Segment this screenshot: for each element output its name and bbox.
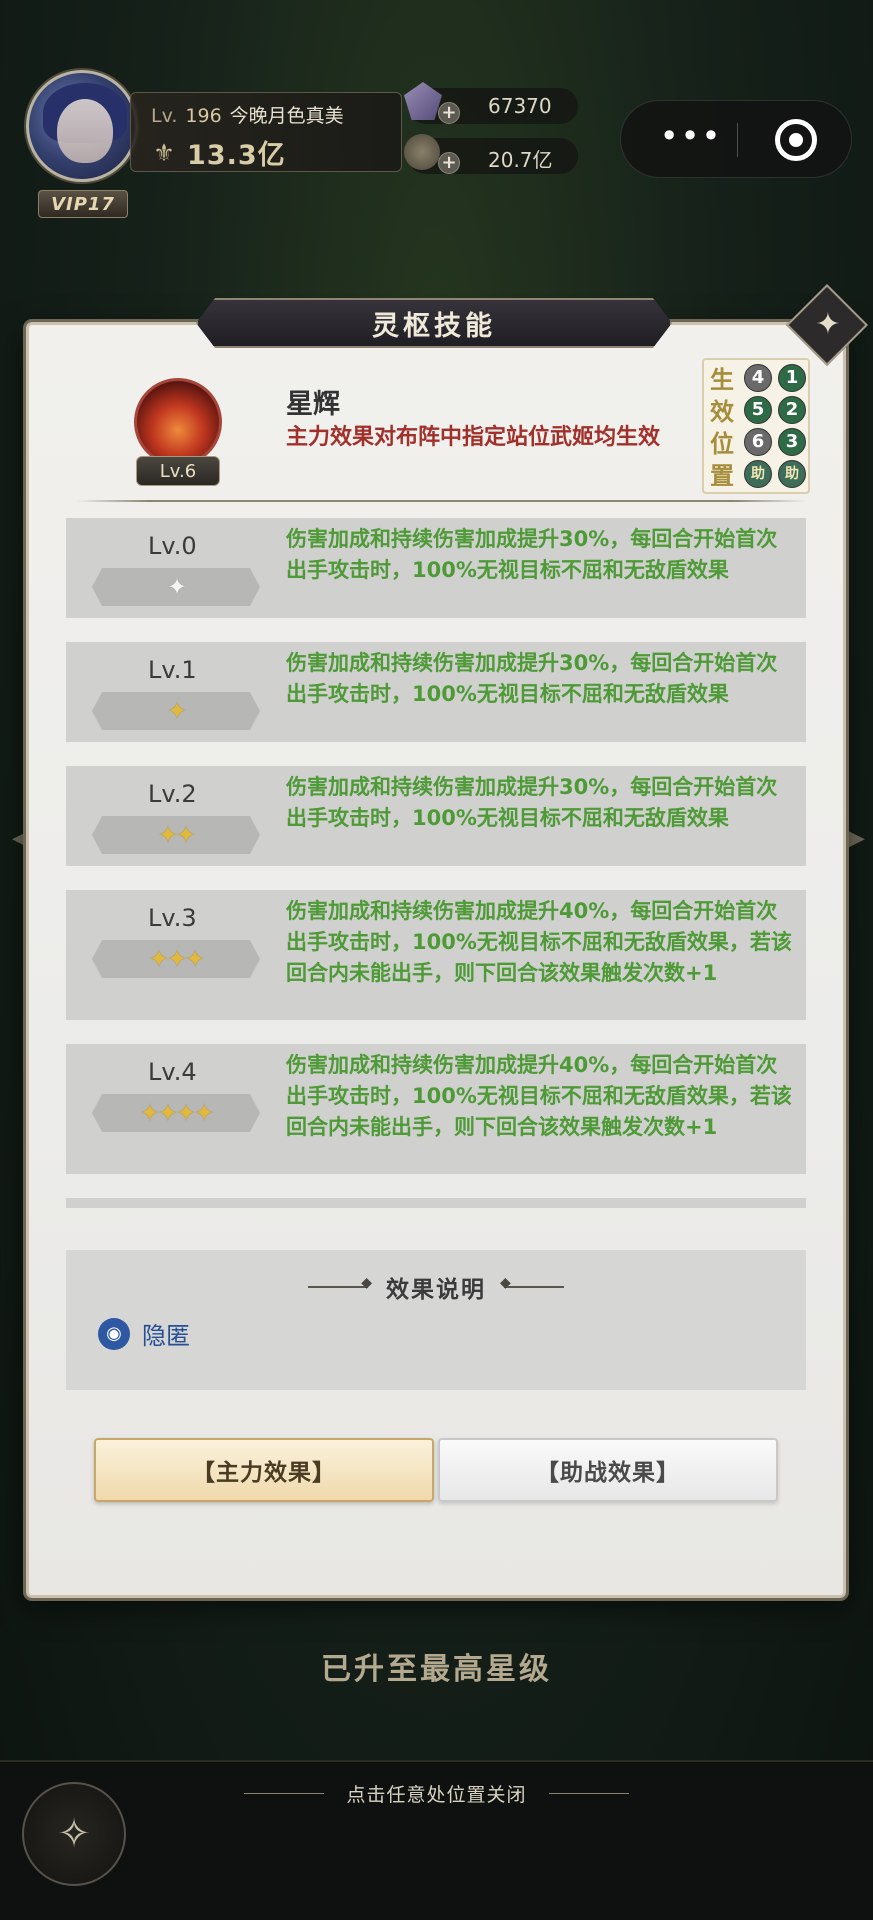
- star-ribbon: ✦: [92, 568, 260, 606]
- more-menu-button[interactable]: •••: [651, 120, 731, 159]
- star-icon: ✦: [166, 697, 187, 725]
- vip-badge: VIP17: [38, 190, 128, 218]
- player-info: VIP17 Lv. 196 今晚月色真美 ⚜ 13.3亿: [26, 70, 406, 220]
- close-icon[interactable]: ✦: [806, 303, 850, 347]
- level-label: Lv.3: [148, 904, 197, 932]
- tab-support-effect[interactable]: 【助战效果】: [438, 1438, 778, 1502]
- player-level-prefix: Lv.: [151, 105, 178, 127]
- level-description: 伤害加成和持续伤害加成提升40%，每回合开始首次出手攻击时，100%无视目标不屈…: [286, 1053, 792, 1139]
- ornament-icon: [500, 1275, 564, 1291]
- miniprogram-capsule: •••: [620, 100, 852, 178]
- level-description: 伤害加成和持续伤害加成提升40%，每回合开始首次出手攻击时，100%无视目标不屈…: [286, 899, 792, 985]
- level-row: Lv.2 ✦✦ 伤害加成和持续伤害加成提升30%，每回合开始首次出手攻击时，10…: [66, 766, 806, 866]
- close-miniprogram-button[interactable]: [775, 119, 817, 161]
- level-label: Lv.0: [148, 532, 197, 560]
- divider: [76, 500, 806, 502]
- level-row: Lv.1 ✦ 伤害加成和持续伤害加成提升30%，每回合开始首次出手攻击时，100…: [66, 642, 806, 742]
- star-icon: ✦✦✦✦: [139, 1099, 214, 1127]
- level-label: Lv.2: [148, 780, 197, 808]
- level-row: Lv.3 ✦✦✦ 伤害加成和持续伤害加成提升40%，每回合开始首次出手攻击时，1…: [66, 890, 806, 1020]
- tab-main-effect[interactable]: 【主力效果】: [94, 1438, 434, 1502]
- position-slot: 1: [778, 364, 806, 392]
- eye-icon: ◉: [98, 1317, 130, 1350]
- level-description: 伤害加成和持续伤害加成提升30%，每回合开始首次出手攻击时，100%无视目标不屈…: [286, 651, 778, 706]
- power-icon: ⚜: [153, 138, 175, 167]
- star-icon: ✦✦: [157, 821, 196, 849]
- level-label: Lv.1: [148, 656, 197, 684]
- gem-value: 67370: [488, 94, 552, 118]
- add-gem-button[interactable]: +: [438, 102, 460, 124]
- chevron-right-icon[interactable]: ▶: [848, 826, 865, 851]
- star-ribbon: ✦✦✦✦: [92, 1094, 260, 1132]
- add-coin-button[interactable]: +: [438, 152, 460, 174]
- player-power: 13.3亿: [187, 140, 286, 171]
- skill-level-badge: Lv.6: [136, 456, 220, 486]
- position-label: 生 效 位 置: [710, 366, 734, 490]
- level-row: Lv.4 ✦✦✦✦ 伤害加成和持续伤害加成提升40%，每回合开始首次出手攻击时，…: [66, 1044, 806, 1174]
- star-ribbon: ✦: [92, 692, 260, 730]
- level-label: Lv.4: [148, 1058, 197, 1086]
- resource-gem: + 67370: [404, 82, 578, 124]
- skill-icon: [134, 378, 222, 466]
- max-star-status: 已升至最高星级: [321, 1652, 552, 1687]
- player-plate: Lv. 196 今晚月色真美 ⚜ 13.3亿: [130, 92, 402, 172]
- position-slot-support: 助: [778, 460, 806, 488]
- position-slot: 6: [744, 428, 772, 456]
- effect-title: 效果说明: [386, 1277, 486, 1303]
- level-row-clipped: [66, 1198, 806, 1208]
- panel-title-plate: 灵枢技能: [196, 298, 672, 348]
- star-icon: ✦: [166, 573, 187, 601]
- resource-coin: + 20.7亿: [404, 134, 578, 174]
- level-description: 伤害加成和持续伤害加成提升30%，每回合开始首次出手攻击时，100%无视目标不屈…: [286, 775, 778, 830]
- position-slot-support: 助: [744, 460, 772, 488]
- coin-value: 20.7亿: [488, 148, 553, 172]
- coin-icon: [404, 134, 440, 170]
- panel-title: 灵枢技能: [372, 310, 496, 342]
- effect-box: 效果说明 ◉ 隐匿: [66, 1250, 806, 1390]
- star-ribbon: ✦✦✦: [92, 940, 260, 978]
- skill-description: 主力效果对布阵中指定站位武姬均生效: [286, 425, 661, 450]
- gem-icon: [404, 82, 442, 120]
- level-list[interactable]: Lv.0 ✦ 伤害加成和持续伤害加成提升30%，每回合开始首次出手攻击时，100…: [66, 518, 806, 1208]
- star-icon: ✦✦✦: [148, 945, 205, 973]
- position-grid: 生 效 位 置 4 1 5 2 6 3 助 助: [702, 358, 810, 494]
- position-slot: 2: [778, 396, 806, 424]
- level-row: Lv.0 ✦ 伤害加成和持续伤害加成提升30%，每回合开始首次出手攻击时，100…: [66, 518, 806, 618]
- skill-name: 星辉: [286, 389, 340, 420]
- close-hint: 点击任意处位置关闭: [346, 1784, 527, 1806]
- close-hint-row: 点击任意处位置关闭: [0, 1780, 873, 1807]
- player-avatar[interactable]: [26, 70, 138, 182]
- position-slot: 3: [778, 428, 806, 456]
- position-slot: 4: [744, 364, 772, 392]
- star-ribbon: ✦✦: [92, 816, 260, 854]
- player-level: 196: [185, 105, 222, 127]
- player-name: 今晚月色真美: [229, 105, 344, 127]
- effect-item-name[interactable]: 隐匿: [142, 1316, 190, 1351]
- effect-item[interactable]: ◉ 隐匿: [98, 1316, 190, 1351]
- position-slot: 5: [744, 396, 772, 424]
- level-description: 伤害加成和持续伤害加成提升30%，每回合开始首次出手攻击时，100%无视目标不屈…: [286, 527, 778, 582]
- main-menu-button[interactable]: ✧: [22, 1782, 126, 1886]
- ornament-icon: [308, 1275, 372, 1291]
